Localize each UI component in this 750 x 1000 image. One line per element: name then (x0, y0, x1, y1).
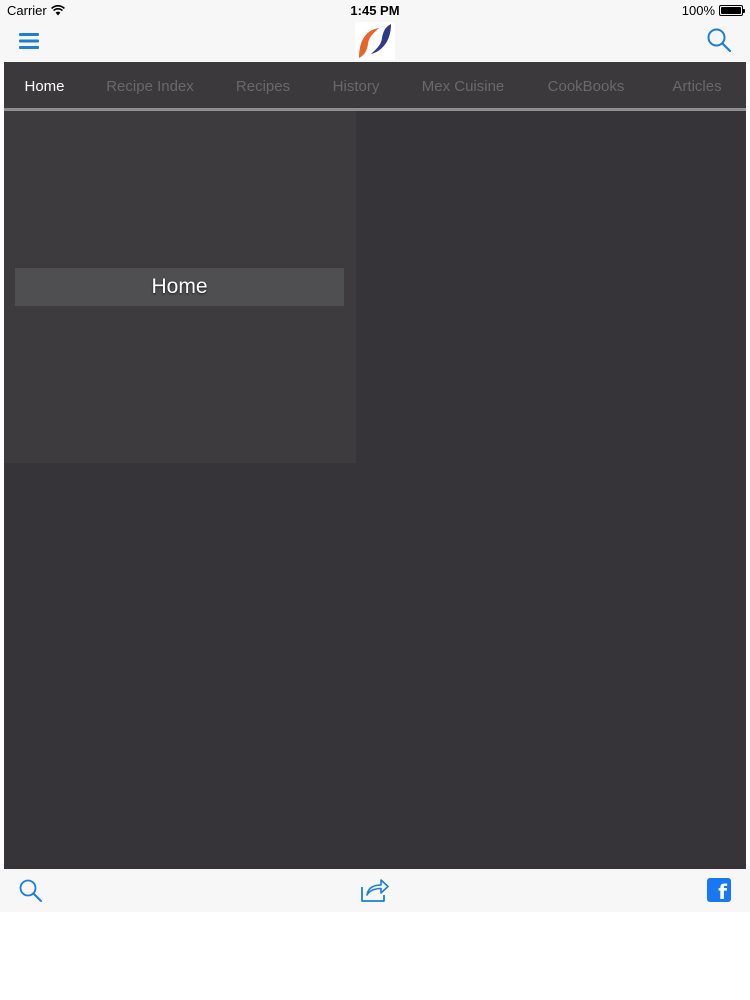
battery-percent: 100% (681, 3, 715, 18)
hamburger-menu-icon[interactable] (17, 29, 41, 53)
clock: 1:45 PM (350, 3, 400, 18)
home-tile[interactable]: Home (4, 111, 356, 463)
tab-label: Articles (672, 78, 722, 95)
tab-label: History (332, 78, 380, 95)
tab-recipes[interactable]: Recipes (224, 62, 302, 111)
tab-label: CookBooks (547, 78, 625, 95)
home-tile-label: Home (15, 268, 344, 306)
share-icon[interactable] (360, 877, 390, 903)
search-icon[interactable] (18, 878, 43, 903)
search-icon[interactable] (706, 27, 732, 53)
tab-label: Recipe Index (106, 78, 194, 95)
tab-articles[interactable]: Articles (656, 62, 738, 111)
tab-home[interactable]: Home (4, 62, 85, 114)
tab-label: Home (24, 78, 65, 95)
tab-label: Mex Cuisine (421, 78, 505, 95)
main-content: Home Recipe Index Recipes History Mex Cu… (4, 62, 746, 869)
navigation-bar (0, 20, 750, 62)
category-tabbar: Home Recipe Index Recipes History Mex Cu… (4, 62, 746, 114)
tab-cookbooks[interactable]: CookBooks (536, 62, 636, 111)
battery-group: 100% (681, 3, 745, 18)
tab-mex-cuisine[interactable]: Mex Cuisine (409, 62, 517, 111)
facebook-glyph: f (718, 880, 727, 902)
app-logo (355, 22, 395, 60)
bottom-toolbar: f (0, 869, 750, 912)
tab-history[interactable]: History (322, 62, 390, 111)
facebook-icon[interactable]: f (707, 878, 731, 902)
status-bar: Carrier 1:45 PM 100% (0, 0, 750, 20)
battery-icon (719, 5, 745, 16)
tab-recipe-index[interactable]: Recipe Index (95, 62, 205, 111)
tab-label: Recipes (235, 78, 291, 95)
